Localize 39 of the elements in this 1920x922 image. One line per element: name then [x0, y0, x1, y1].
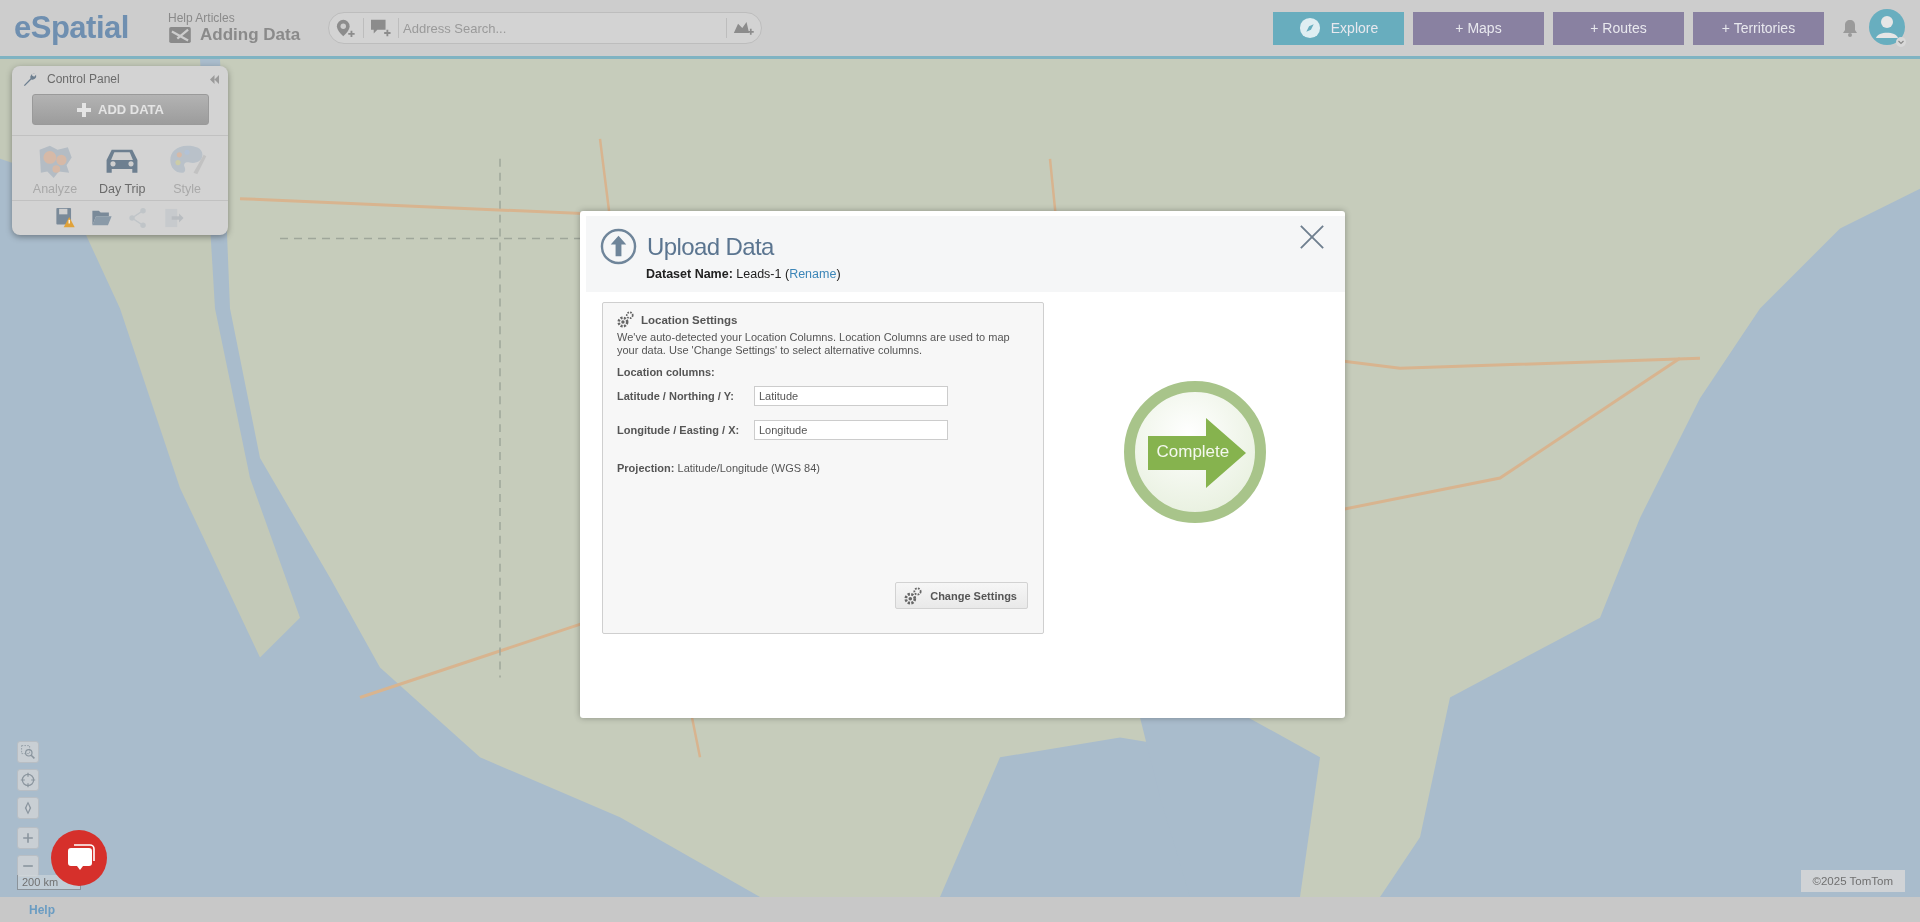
add-data-button[interactable]: ADD DATA	[32, 94, 209, 125]
nav-button[interactable]: + Routes	[1553, 11, 1684, 45]
image-icon[interactable]	[168, 26, 192, 44]
field-label: Longitude / Easting / X:	[617, 424, 741, 436]
plus-icon	[77, 102, 91, 117]
map-attribution: ©2025 TomTom	[1800, 870, 1905, 892]
help-link[interactable]: Help	[29, 902, 55, 917]
panel-title: Control Panel	[47, 72, 121, 86]
column-field[interactable]: Latitude	[754, 386, 948, 406]
nav-button[interactable]: + Territories	[1693, 11, 1824, 45]
avatar-icon[interactable]	[1868, 8, 1908, 48]
address-search-field[interactable]: Address Search...	[399, 14, 726, 42]
field-label: Latitude / Northing / Y:	[617, 390, 735, 402]
bell-icon[interactable]	[1842, 19, 1858, 37]
dialog-title: Upload Data	[647, 232, 774, 261]
nav-button[interactable]: + Maps	[1413, 11, 1544, 45]
tool-button[interactable]: Day Trip	[94, 142, 150, 196]
nav-button[interactable]: Explore	[1273, 11, 1404, 45]
gears-icon	[904, 586, 923, 605]
dataset-name: Dataset Name: Leads-1 (Rename)	[646, 267, 842, 281]
help-article-title[interactable]: Adding Data	[200, 25, 301, 45]
arrow-icon	[1147, 418, 1248, 488]
search-bar[interactable]: Address Search...	[328, 12, 762, 44]
collapse-icon[interactable]	[209, 74, 220, 84]
complete-button[interactable]: Complete	[1123, 381, 1266, 523]
location-columns-label: Location columns:	[617, 366, 716, 378]
rename-link[interactable]: Rename	[789, 267, 837, 281]
projection-text: Projection: Latitude/Longitude (WGS 84)	[617, 462, 821, 474]
logo[interactable]: eSpatial	[14, 10, 140, 46]
description-text: We've auto-detected your Location Columns. Location Columns are used to map your data. Use 'Change Settings' to select alternative columns.	[617, 331, 1011, 357]
column-field[interactable]: Longitude	[754, 420, 948, 440]
upload-icon	[600, 228, 637, 265]
save-warning-icon[interactable]	[55, 207, 77, 229]
close-icon[interactable]	[1299, 224, 1325, 250]
change-settings-button[interactable]: Change Settings	[895, 582, 1028, 609]
compass-icon	[1298, 17, 1321, 39]
help-articles-label: Help Articles	[168, 11, 236, 25]
section-title: Location Settings	[641, 313, 738, 326]
gears-icon	[617, 311, 634, 328]
